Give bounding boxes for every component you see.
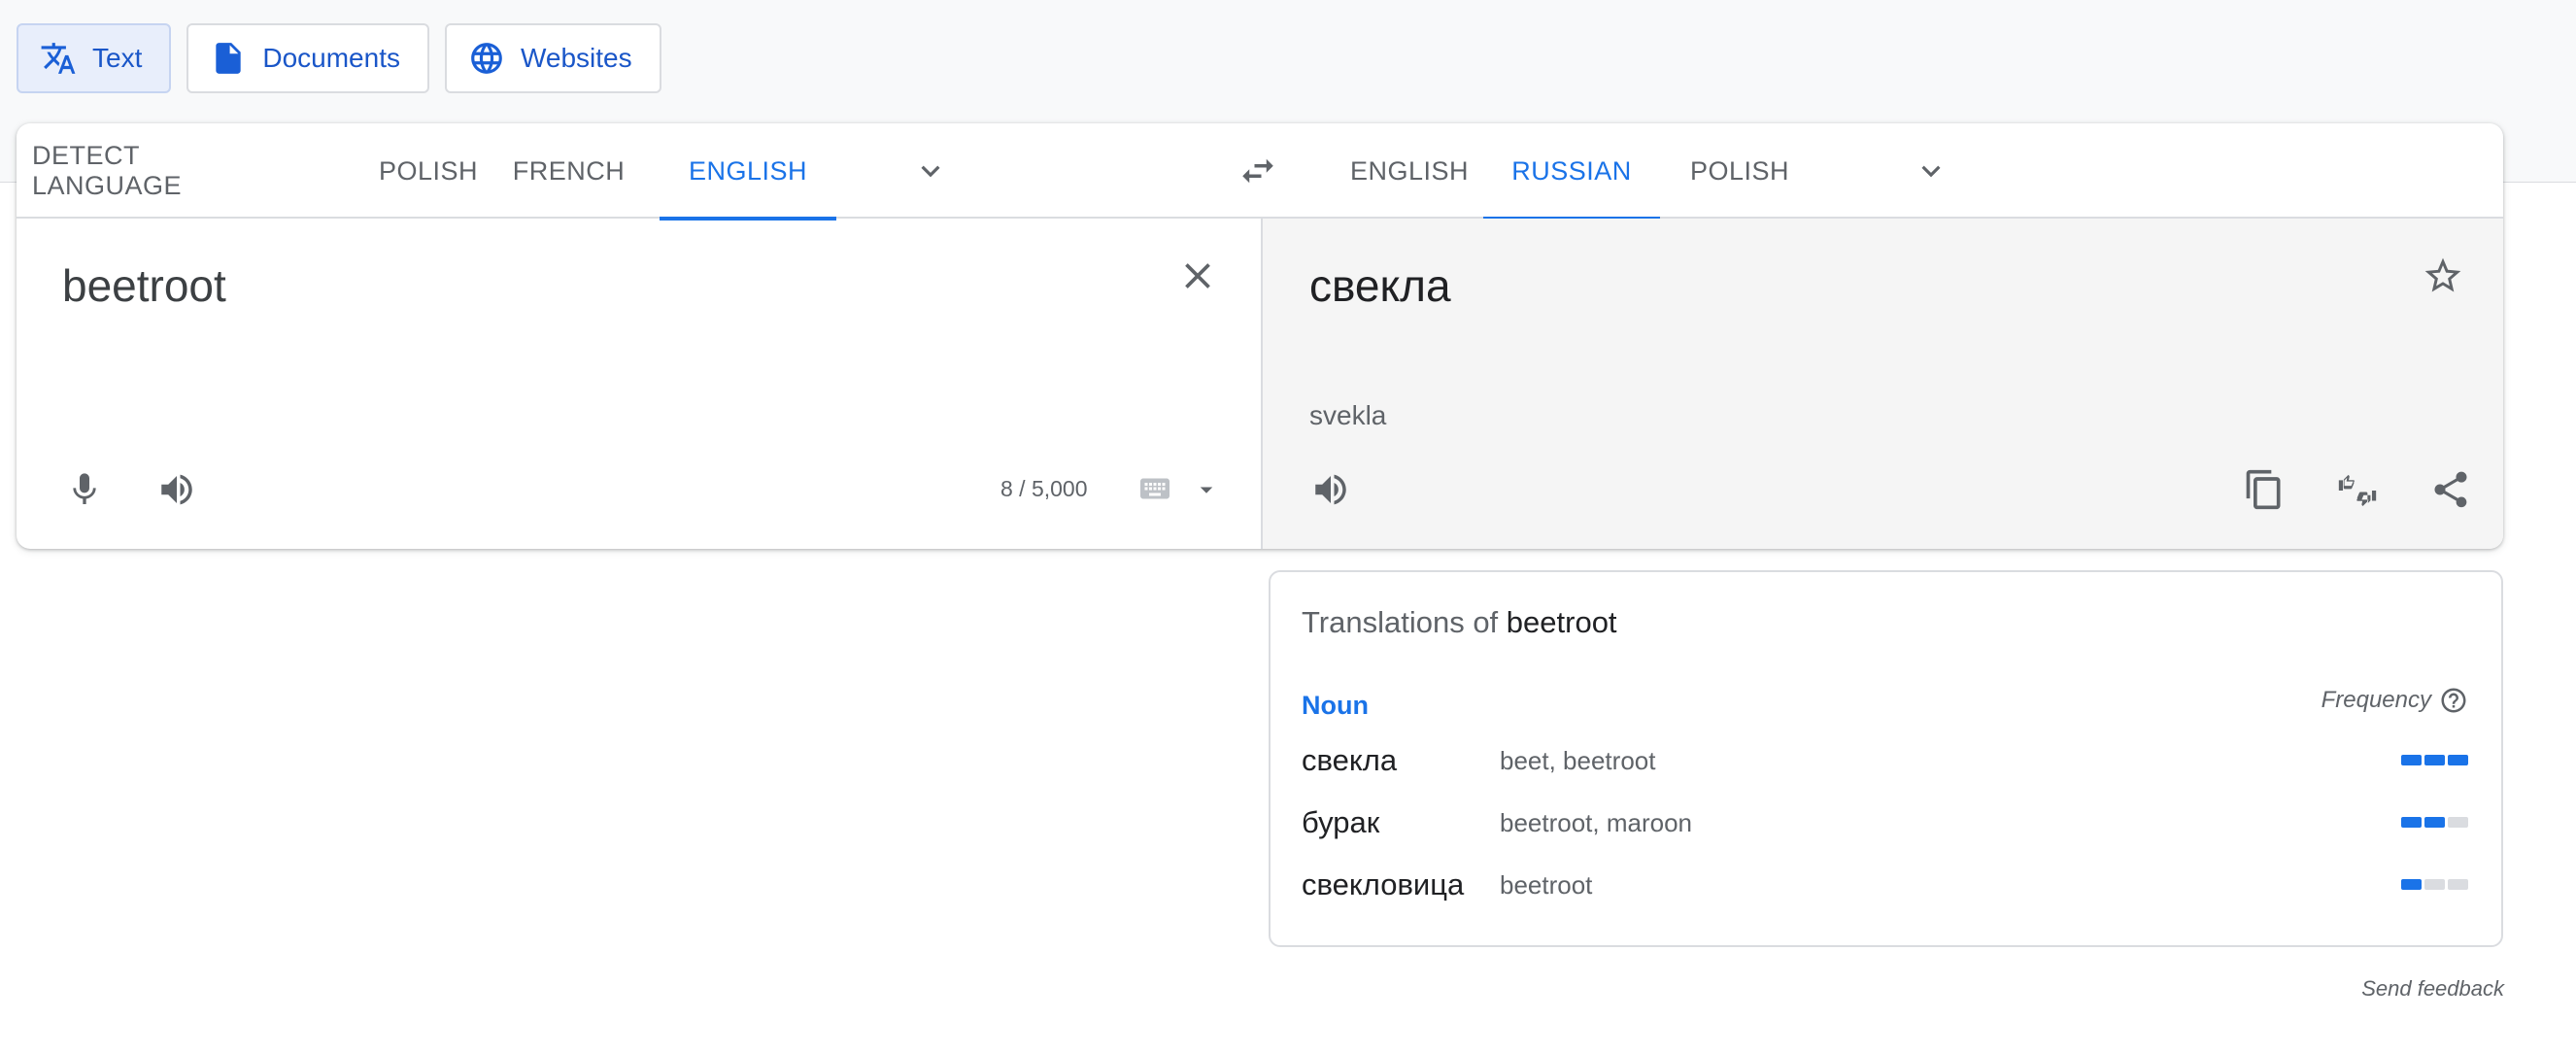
text-mode-label: Text (92, 43, 143, 73)
target-more-languages-button[interactable] (1908, 148, 1954, 194)
part-of-speech: Noun (1302, 691, 1369, 720)
listen-source-button[interactable] (153, 466, 200, 513)
rate-translation-button[interactable] (2333, 465, 2382, 514)
dictionary-panel: Translations of beetroot Noun Frequency … (1269, 570, 2503, 947)
chevron-down-icon (921, 165, 940, 178)
documents-mode-label: Documents (262, 43, 400, 73)
transliteration: svekla (1309, 400, 1387, 430)
dictionary-title-prefix: Translations of (1302, 605, 1499, 639)
keyboard-icon (1140, 478, 1169, 499)
frequency-segment (2424, 879, 2445, 890)
entry-word[interactable]: свекловица (1302, 864, 1464, 906)
tab-source-french[interactable]: FRENCH (493, 123, 644, 219)
translation-card: DETECT LANGUAGE POLISH FRENCH ENGLISH EN… (17, 123, 2503, 549)
frequency-segment (2448, 755, 2468, 765)
input-tools-button[interactable] (1134, 473, 1176, 504)
save-translation-button[interactable] (2419, 252, 2467, 300)
globe-icon (471, 43, 502, 74)
tab-source-english[interactable]: ENGLISH (660, 123, 836, 221)
entry-translations[interactable]: beetroot, maroon (1500, 801, 1692, 844)
frequency-label: Frequency (2321, 687, 2431, 713)
caret-down-icon (1200, 487, 1213, 493)
translate-icon (41, 43, 76, 74)
frequency-bar (2401, 755, 2468, 765)
entry-translations[interactable]: beet, beetroot (1500, 739, 1655, 782)
document-icon (216, 43, 242, 74)
speaker-icon (1315, 474, 1346, 505)
translated-text: свекла (1309, 260, 1451, 311)
frequency-segment (2424, 755, 2445, 765)
share-translation-button[interactable] (2426, 465, 2475, 514)
swap-languages-button[interactable] (1235, 148, 1281, 194)
dictionary-title-word: beetroot (1506, 605, 1617, 639)
frequency-segment (2401, 817, 2422, 828)
frequency-segment (2401, 879, 2422, 890)
frequency-bar (2401, 879, 2468, 890)
tab-target-english[interactable]: ENGLISH (1332, 123, 1487, 219)
copy-icon (2246, 469, 2281, 510)
speaker-icon (161, 474, 192, 505)
send-feedback-link[interactable]: Send feedback (2361, 976, 2504, 1002)
chevron-down-icon (1921, 165, 1941, 178)
entry-word[interactable]: бурак (1302, 801, 1379, 844)
input-tools-dropdown[interactable] (1192, 475, 1221, 504)
language-bar: DETECT LANGUAGE POLISH FRENCH ENGLISH EN… (17, 123, 2503, 221)
dictionary-entry[interactable]: свекловица beetroot (1271, 864, 2501, 926)
swap-icon (1242, 158, 1273, 184)
tab-source-polish[interactable]: POLISH (362, 123, 494, 219)
dictionary-entry[interactable]: свекла beet, beetroot (1271, 739, 2501, 801)
clear-source-button[interactable] (1173, 252, 1222, 300)
mode-tabs: Text Documents Websites (17, 23, 661, 93)
share-icon (2434, 471, 2467, 508)
dictionary-entry[interactable]: бурак beetroot, maroon (1271, 801, 2501, 864)
entry-translations[interactable]: beetroot (1500, 864, 1592, 906)
source-pane[interactable]: beetroot 8 / 5,000 (17, 219, 1261, 549)
text-mode-button[interactable]: Text (17, 23, 172, 93)
tab-detect-language[interactable]: DETECT LANGUAGE (17, 123, 207, 219)
tab-target-russian[interactable]: RUSSIAN (1483, 123, 1660, 221)
frequency-bar (2401, 817, 2468, 828)
target-pane: свекла svekla (1261, 219, 2503, 549)
copy-translation-button[interactable] (2240, 465, 2288, 514)
source-text-input[interactable]: beetroot (62, 259, 226, 312)
tab-target-polish[interactable]: POLISH (1667, 123, 1813, 219)
source-more-languages-button[interactable] (907, 148, 954, 194)
frequency-segment (2401, 755, 2422, 765)
frequency-segment (2424, 817, 2445, 828)
frequency-segment (2448, 817, 2468, 828)
close-icon (1185, 263, 1210, 289)
frequency-segment (2448, 879, 2468, 890)
voice-input-button[interactable] (61, 466, 108, 513)
star-icon (2424, 257, 2461, 292)
dictionary-title: Translations of beetroot (1302, 605, 1617, 640)
character-counter: 8 / 5,000 (1000, 476, 1088, 501)
websites-mode-label: Websites (520, 43, 632, 73)
microphone-icon (73, 473, 96, 504)
help-icon[interactable] (2439, 686, 2468, 715)
feedback-thumbs-icon (2338, 474, 2377, 507)
entry-word[interactable]: свекла (1302, 739, 1397, 782)
documents-mode-button[interactable]: Documents (186, 23, 429, 93)
listen-translation-button[interactable] (1307, 466, 1354, 513)
websites-mode-button[interactable]: Websites (444, 23, 661, 93)
